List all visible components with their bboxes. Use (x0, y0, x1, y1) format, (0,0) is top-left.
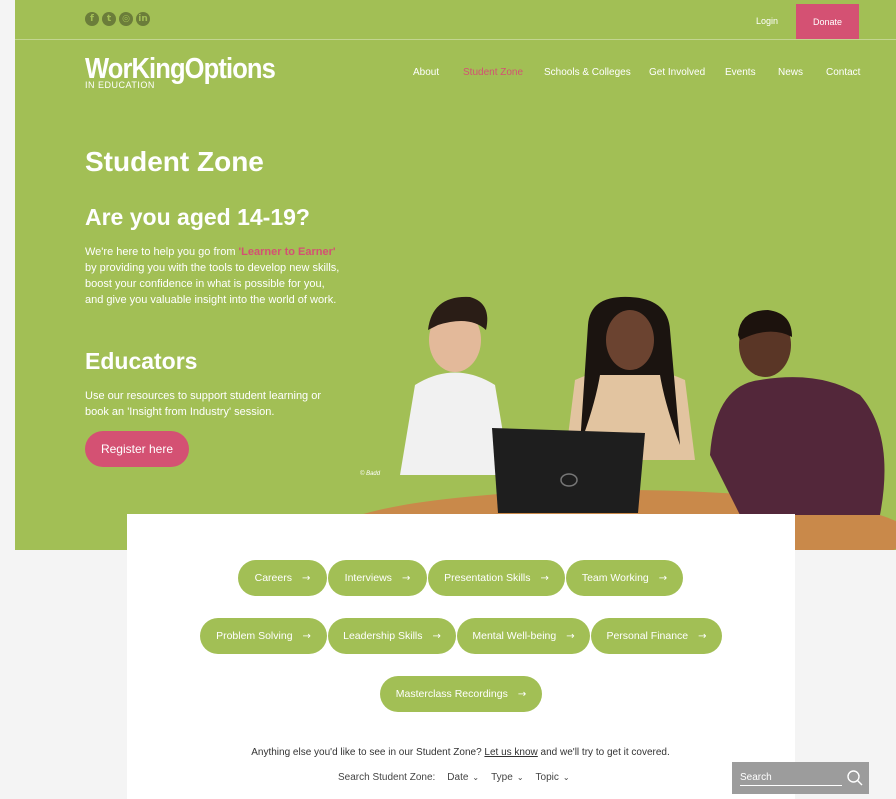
nav-contact[interactable]: Contact (826, 67, 860, 78)
let-us-know-link[interactable]: Let us know (484, 747, 537, 758)
nav-news[interactable]: News (778, 67, 803, 78)
photo-credit: © Badd (360, 471, 381, 477)
nav-events[interactable]: Events (725, 67, 756, 78)
linkedin-icon[interactable]: in (136, 12, 150, 26)
search-input[interactable]: Search (740, 772, 842, 786)
filter-type-dropdown[interactable]: Type ⌄ (491, 772, 523, 783)
arrow-right-icon: → (698, 630, 707, 642)
search-box: Search (732, 762, 869, 794)
topic-mental-wellbeing-button[interactable]: Mental Well-being → (457, 618, 590, 654)
search-filters: Search Student Zone: Date ⌄ Type ⌄ Topic ⌄ (338, 772, 570, 783)
hero-section: f t ◎ in Login Donate WorKingOptions IN … (15, 0, 896, 550)
arrow-right-icon: → (432, 630, 441, 642)
social-links: f t ◎ in (85, 12, 150, 26)
learner-to-earner-highlight: 'Learner to Earner' (238, 246, 336, 258)
site-logo[interactable]: WorKingOptions IN EDUCATION (85, 54, 301, 90)
register-button[interactable]: Register here (85, 431, 189, 467)
login-link[interactable]: Login (756, 16, 778, 26)
arrow-right-icon: → (658, 572, 668, 584)
students-photo (330, 296, 896, 550)
nav-student-zone[interactable]: Student Zone (463, 67, 523, 78)
educators-text: Use our resources to support student lea… (85, 390, 322, 418)
logo-wordmark: WorKingOptions (85, 53, 276, 85)
search-icon[interactable] (846, 769, 864, 787)
twitter-icon[interactable]: t (102, 12, 116, 26)
educators-heading: Educators (85, 348, 198, 374)
arrow-right-icon: → (566, 630, 575, 642)
chevron-down-icon: ⌄ (516, 773, 524, 782)
page-title: Student Zone (85, 146, 264, 177)
filter-topic-dropdown[interactable]: Topic ⌄ (536, 772, 570, 783)
filter-label: Search Student Zone: (338, 772, 436, 783)
nav-get-involved[interactable]: Get Involved (649, 67, 705, 78)
top-bar: f t ◎ in Login Donate (15, 0, 896, 40)
nav-about[interactable]: About (413, 67, 439, 78)
arrow-right-icon: → (401, 572, 411, 584)
arrow-right-icon: → (517, 688, 527, 700)
topic-leadership-skills-button[interactable]: Leadership Skills → (328, 618, 456, 654)
arrow-right-icon: → (540, 572, 549, 584)
facebook-icon[interactable]: f (85, 12, 99, 26)
instagram-icon[interactable]: ◎ (119, 12, 133, 26)
arrow-right-icon: → (301, 572, 311, 584)
filter-date-dropdown[interactable]: Date ⌄ (447, 772, 479, 783)
topic-personal-finance-button[interactable]: Personal Finance → (591, 618, 722, 654)
topic-presentation-skills-button[interactable]: Presentation Skills → (428, 560, 565, 596)
feedback-note: Anything else you'd like to see in our S… (251, 747, 670, 758)
arrow-right-icon: → (302, 630, 311, 642)
students-heading: Are you aged 14-19? (85, 204, 310, 230)
topic-problem-solving-button[interactable]: Problem Solving → (200, 618, 327, 654)
topic-careers-button[interactable]: Careers → (238, 560, 327, 596)
chevron-down-icon: ⌄ (562, 773, 570, 782)
topic-interviews-button[interactable]: Interviews → (328, 560, 427, 596)
nav-schools-colleges[interactable]: Schools & Colleges (544, 67, 631, 78)
chevron-down-icon: ⌄ (472, 773, 480, 782)
topic-masterclass-recordings-button[interactable]: Masterclass Recordings → (380, 676, 542, 712)
donate-button[interactable]: Donate (796, 4, 859, 39)
topic-team-working-button[interactable]: Team Working → (566, 560, 683, 596)
students-text: We're here to help you go from 'Learner … (85, 246, 340, 306)
